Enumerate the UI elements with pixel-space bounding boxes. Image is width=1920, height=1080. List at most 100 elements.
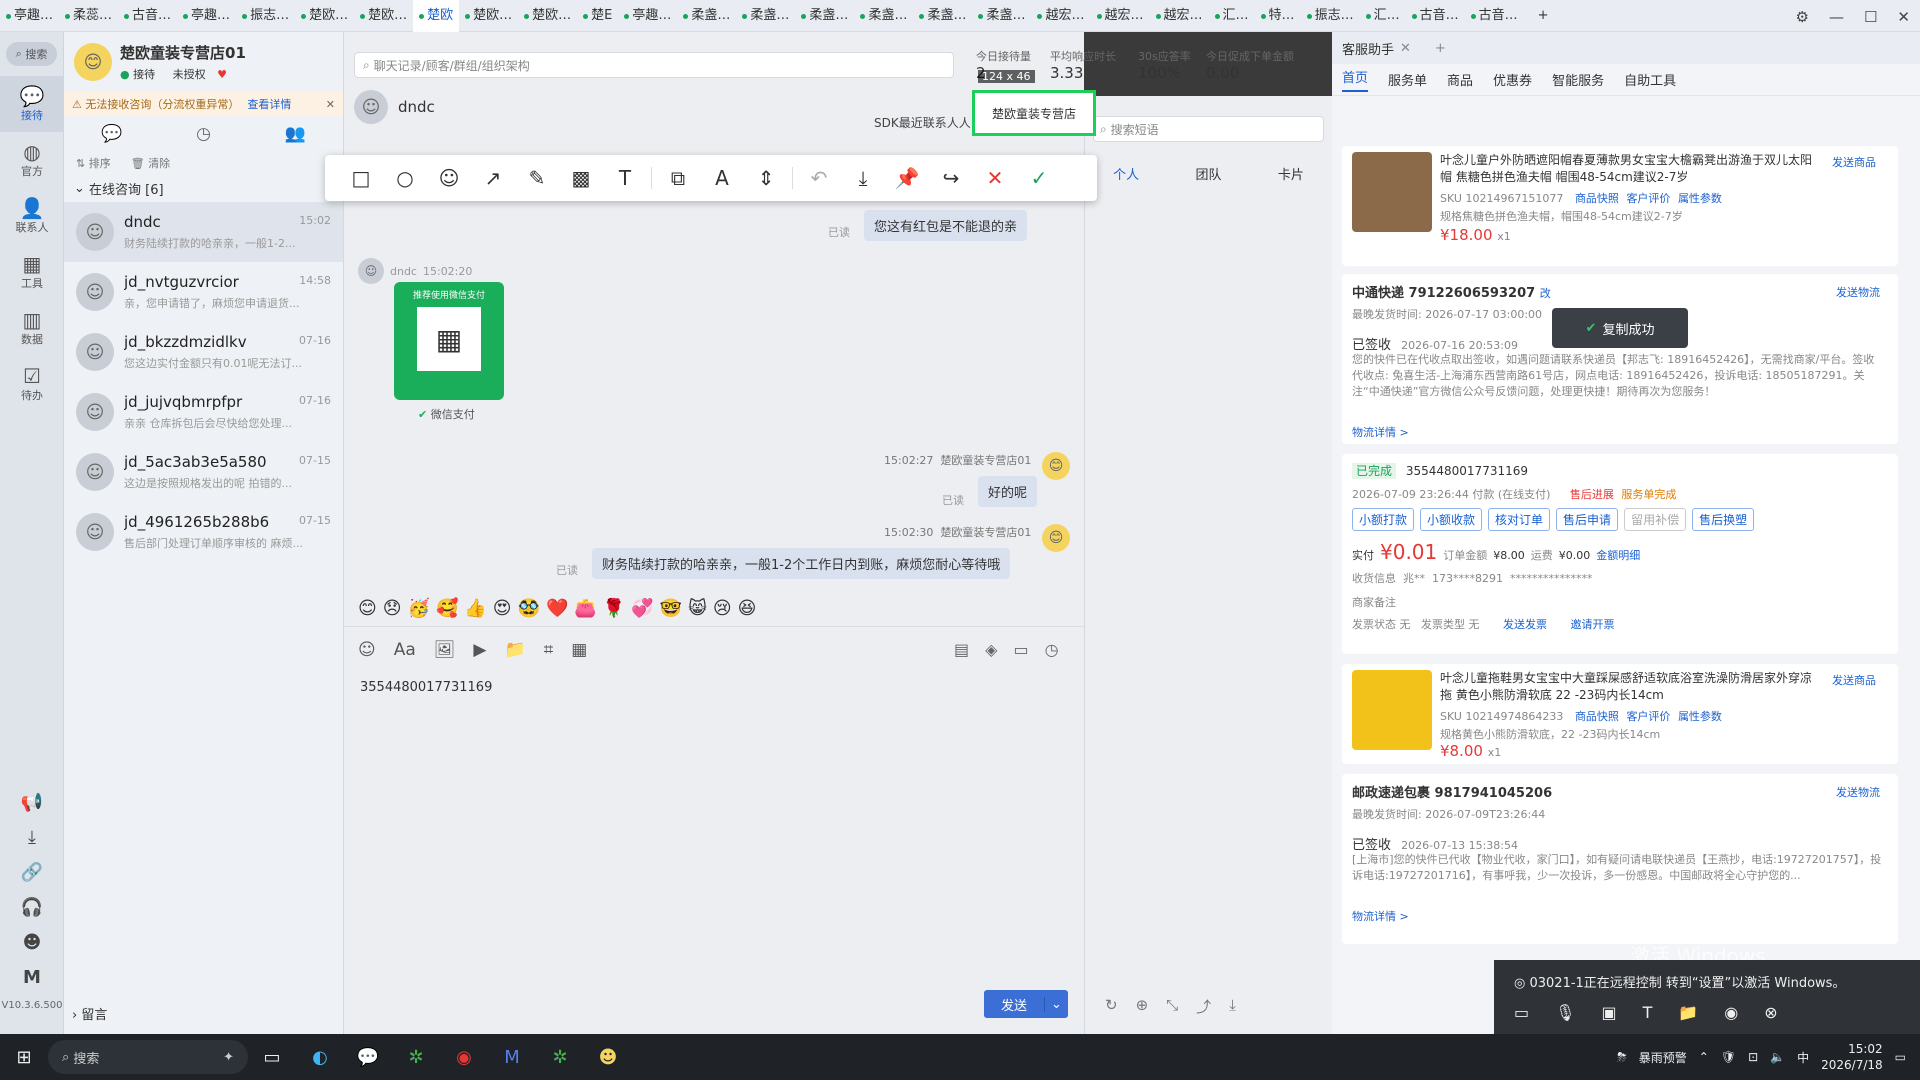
folder-icon[interactable]: 📁 [504,640,525,660]
video-icon[interactable]: ▶ [473,640,486,660]
quick-emoji[interactable]: 😊 [358,598,377,619]
close-icon[interactable]: ✕ [1400,41,1411,56]
pen-tool-icon[interactable]: ✎ [515,161,559,195]
app-icon[interactable]: ✲ [536,1034,584,1080]
microphone-icon[interactable]: 🎙 [1555,1003,1575,1022]
emoji-tool-icon[interactable]: ☺ [427,161,471,195]
auth-status[interactable]: 未授权 [173,68,206,81]
warning-detail-link[interactable]: 查看详情 [247,96,291,112]
quick-emoji[interactable]: 🥰 [436,598,458,619]
translate-tool-icon[interactable]: ⧉ [656,161,700,195]
quick-emoji[interactable]: 👍 [464,598,486,619]
window-tab[interactable]: 楚欧 [413,0,460,32]
collapse-icon[interactable]: ⤡ [1166,996,1178,1017]
window-tab[interactable]: 柔盏… [854,0,913,32]
window-tab[interactable]: 汇… [1209,0,1255,32]
assistant-nav-item[interactable]: 优惠券 [1493,70,1532,89]
session-item[interactable]: ☺ dndc 财务陆续打款的哈亲亲，一般1-2... 15:02 [64,202,343,262]
send-logistics-button[interactable]: 发送物流 [1836,784,1880,800]
window-tab[interactable]: 柔盏… [972,0,1031,32]
session-item[interactable]: ☺ jd_jujvqbmrpfpr 亲亲 仓库拆包后会尽快给您处理... 07-16 [64,382,343,442]
assistant-nav-item[interactable]: 首页 [1342,67,1369,92]
folder-icon[interactable]: 📁 [1678,1003,1698,1022]
maximize-icon[interactable]: ☐ [1864,8,1877,26]
download-icon[interactable]: ⤓ [28,827,36,848]
wechat-icon[interactable]: 💬 [344,1034,392,1080]
order-action-button[interactable]: 小额打款 [1352,508,1415,531]
sort-button[interactable]: ⇅ 排序 [76,155,111,171]
add-tab-icon[interactable]: + [1435,41,1446,56]
session-item[interactable]: ☺ jd_nvtguzvrcior 亲，您申请错了，麻烦您申请退货... 14:58 [64,262,343,322]
new-tab-button[interactable]: + [1524,0,1555,32]
assistant-nav-item[interactable]: 服务单 [1388,70,1427,89]
quick-emoji[interactable]: 😸 [688,598,707,619]
window-tab[interactable]: 亭趣… [618,0,677,32]
emoji-icon[interactable]: ☺ [358,640,376,660]
chat-icon[interactable]: ▭ [1514,1003,1529,1022]
tab-card[interactable]: 卡片 [1278,164,1304,183]
crop-icon[interactable]: ⌗ [544,640,554,660]
chevron-down-icon[interactable]: ⌄ [1044,996,1068,1012]
quick-emoji[interactable]: 😢 [713,598,732,619]
rail-item-official[interactable]: ◍ 官方 [0,132,64,188]
window-tab[interactable]: 越宏… [1091,0,1150,32]
chat-bubble-icon[interactable]: 💬 [101,124,122,144]
window-tab[interactable]: 振志… [1301,0,1360,32]
order-action-button[interactable]: 留用补偿 [1624,508,1687,531]
headset-icon[interactable]: 🎧 [21,897,43,918]
phrase-search-input[interactable]: ⌕ 搜索短语 [1093,116,1324,142]
ocr-tool-icon[interactable]: A [700,161,744,195]
window-tab[interactable]: 楚欧… [459,0,518,32]
window-tab[interactable]: 柔盏… [795,0,854,32]
user-switch-icon[interactable]: ◉ [1724,1003,1738,1022]
session-item[interactable]: ☺ jd_5ac3ab3e5a580 这边是按照规格发出的呢 拍错的... 07-15 [64,442,343,502]
rail-item-todo[interactable]: ☑ 待办 [0,356,64,412]
product-title[interactable]: 叶念儿童户外防晒遮阳帽春夏薄款男女宝宝大檐霸凳出游渔于双儿太阳帽 焦糖色拼色渔夫… [1440,152,1820,186]
window-tab[interactable]: 古音… [118,0,177,32]
window-tab[interactable]: 古音… [1406,0,1465,32]
refresh-icon[interactable]: ↻ [1105,996,1118,1017]
calendar-icon[interactable]: ▦ [571,640,587,660]
session-group-header[interactable]: ⌄ 在线咨询 [6] [64,174,343,202]
window-tab[interactable]: 古音… [1465,0,1524,32]
clear-button[interactable]: 🗑 清除 [131,155,170,171]
edge-icon[interactable]: ◐ [296,1034,344,1080]
rail-search-button[interactable]: ⌕ 搜索 [6,42,57,66]
record-icon[interactable]: ◉ [440,1034,488,1080]
window-tab[interactable]: 楚欧… [295,0,354,32]
cancel-icon[interactable]: ✕ [973,161,1017,195]
window-tab[interactable]: 楚E [577,0,618,32]
quick-emoji[interactable]: 🥸 [518,598,540,619]
notification-icon[interactable]: ▭ [1895,1050,1906,1064]
quick-emoji[interactable]: 🥳 [408,598,430,619]
group-icon[interactable]: 👥 [285,124,306,144]
export-icon[interactable]: ⤴ [1196,996,1211,1017]
rail-item-contacts[interactable]: 👤 联系人 [0,188,64,244]
windows-start-icon[interactable]: ⊞ [0,1034,48,1080]
product-title[interactable]: 叶念儿童拖鞋男女宝宝中大童踩屎感舒适软底浴室洗澡防滑居家外穿凉拖 黄色小熊防滑软… [1440,670,1820,704]
save-icon[interactable]: ⤓ [841,161,885,195]
chat-search-input[interactable]: ⌕ 聊天记录/顾客/群组/组织架构 [354,52,954,78]
window-tab[interactable]: 柔蕊… [59,0,118,32]
wechat-pay-card[interactable]: 推荐使用微信支付 ▦ [394,282,504,400]
quick-emoji[interactable]: 🌹 [603,598,625,619]
window-tab[interactable]: 柔盏… [736,0,795,32]
order-action-button[interactable]: 核对订单 [1488,508,1551,531]
add-icon[interactable]: ⊕ [1136,996,1149,1017]
order-action-button[interactable]: 小额收款 [1420,508,1483,531]
order-id[interactable]: 3554480017731169 [1406,464,1528,478]
message-input[interactable]: 3554480017731169 [360,680,492,695]
window-tab[interactable]: 柔盏… [677,0,736,32]
tab-personal[interactable]: 个人 [1113,164,1139,183]
assistant-tab[interactable]: 客服助手 [1342,39,1394,58]
rectangle-tool-icon[interactable]: □ [339,161,383,195]
quick-reply-icon[interactable]: ▭ [1013,640,1028,659]
quick-emoji[interactable]: 💞 [631,598,653,619]
m-logo-icon[interactable]: M [23,967,41,988]
close-icon[interactable]: ✕ [1897,8,1910,26]
session-item[interactable]: ☺ jd_4961265b288b6 售后部门处理订单顺序审核的 麻烦... 07-1… [64,502,343,562]
window-tab[interactable]: 振志… [236,0,295,32]
rail-item-tools[interactable]: ▦ 工具 [0,244,64,300]
ellipse-tool-icon[interactable]: ○ [383,161,427,195]
window-tab[interactable]: 汇… [1360,0,1406,32]
